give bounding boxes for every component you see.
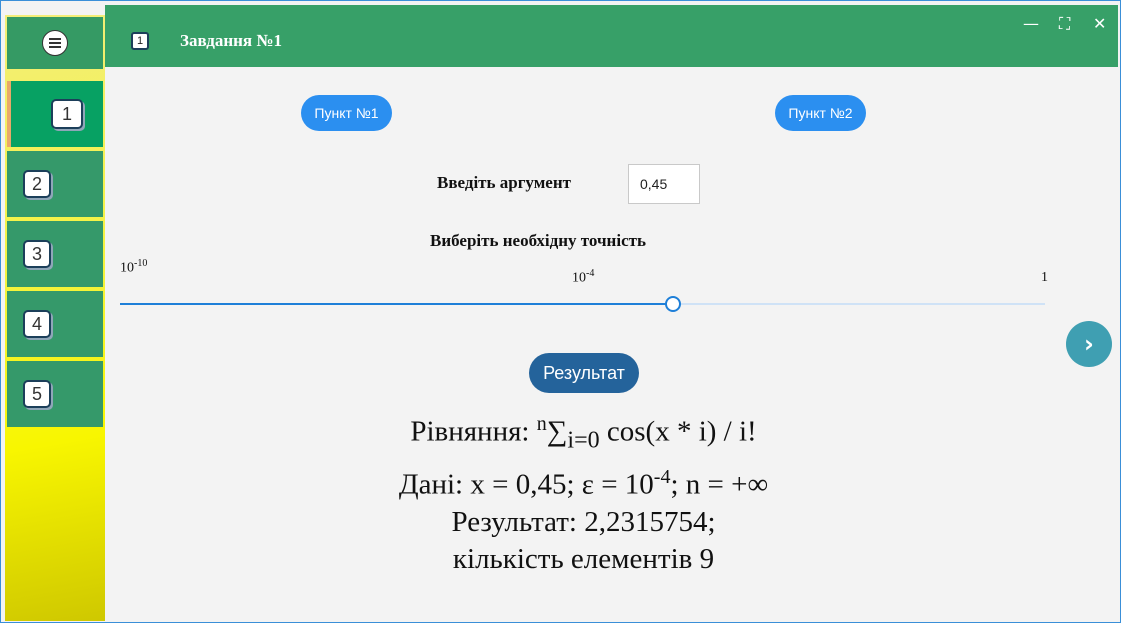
tab-part-2[interactable]: Пункт №2 (775, 95, 866, 131)
sidebar-item-label: 5 (23, 380, 51, 408)
sidebar-item-4[interactable]: 4 (7, 291, 103, 357)
equation-line: Рівняння: n∑i=0 cos(x * i) / i! (410, 413, 757, 454)
next-arrow-icon[interactable]: › (1066, 321, 1112, 367)
slider-thumb[interactable] (665, 296, 681, 312)
result-button[interactable]: Результат (529, 353, 639, 393)
slider-mid-label: 10-4 (572, 268, 595, 286)
sidebar-item-3[interactable]: 3 (7, 221, 103, 287)
sidebar: 1 2 3 4 5 (5, 15, 105, 621)
tab-part-1[interactable]: Пункт №1 (301, 95, 392, 131)
maximize-icon[interactable]: ⛶ (1059, 15, 1070, 33)
menu-cell (7, 17, 103, 69)
title-bar: 1 Завдання №1 — ⛶ ✕ (105, 5, 1118, 67)
hamburger-icon[interactable] (42, 30, 68, 56)
input-data-line: Дані: x = 0,45; ε = 10-4; n = +∞ (398, 466, 769, 502)
sidebar-item-label: 3 (23, 240, 51, 268)
page-title: Завдання №1 (180, 31, 282, 50)
sidebar-item-label: 2 (23, 170, 51, 198)
sidebar-item-label: 1 (51, 99, 83, 129)
slider-max-label: 1 (1041, 270, 1048, 285)
slider-track-filled[interactable] (120, 303, 673, 305)
element-count-line: кількість елементів 9 (452, 543, 715, 576)
argument-input[interactable] (628, 164, 700, 204)
slider-track[interactable] (673, 303, 1045, 305)
sidebar-item-5[interactable]: 5 (7, 361, 103, 427)
sidebar-item-2[interactable]: 2 (7, 151, 103, 217)
slider-min-label: 10-10 (120, 258, 148, 276)
precision-label: Виберіть необхідну точність (430, 231, 646, 250)
sidebar-item-label: 4 (23, 310, 51, 338)
result-line: Результат: 2,2315754; (451, 506, 716, 539)
result-output: Рівняння: n∑i=0 cos(x * i) / i! Дані: x … (261, 406, 906, 578)
task-number-icon: 1 (131, 32, 149, 50)
close-icon[interactable]: ✕ (1093, 15, 1106, 33)
app-window: 1 2 3 4 5 1 Завдання №1 — ⛶ ✕ Пункт №1 П… (0, 0, 1121, 623)
minimize-icon[interactable]: — (1023, 15, 1039, 33)
argument-label: Введіть аргумент (437, 173, 571, 192)
sidebar-item-1[interactable]: 1 (7, 81, 103, 147)
